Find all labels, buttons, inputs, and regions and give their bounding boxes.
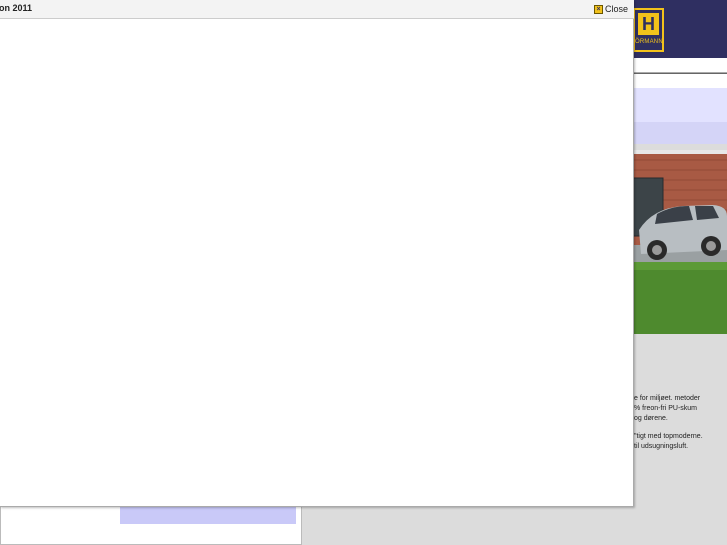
lightbox-modal: otion 2011 × Close bbox=[0, 0, 634, 507]
site-text-line: % freon-fri PU-skum bbox=[634, 405, 698, 412]
site-nav-block bbox=[633, 88, 727, 122]
site-nav-block-secondary bbox=[633, 122, 727, 144]
site-highlight-box bbox=[120, 505, 296, 524]
hoermann-logo[interactable]: H ÖRMANN bbox=[633, 8, 664, 52]
modal-titlebar: otion 2011 × Close bbox=[0, 0, 634, 19]
close-button[interactable]: × Close bbox=[594, 3, 628, 15]
modal-title: otion 2011 bbox=[0, 3, 33, 13]
garage-car-photo bbox=[633, 150, 727, 334]
site-text-line: e for miljøet. metoder bbox=[634, 395, 701, 402]
logo-wordmark: ÖRMANN bbox=[635, 39, 663, 45]
page: H ÖRMANN e for miljøet. metoder % freon-… bbox=[0, 0, 727, 545]
site-text-line: "tigt med topmoderne. bbox=[634, 433, 703, 440]
site-subheader bbox=[633, 58, 727, 73]
modal-content bbox=[0, 20, 633, 506]
site-text-line: til udsugningsluft. bbox=[634, 443, 689, 450]
close-icon[interactable]: × bbox=[594, 4, 603, 14]
logo-mark: H bbox=[638, 13, 659, 35]
site-text-line: og dørene. bbox=[634, 415, 668, 422]
site-nav-row bbox=[633, 73, 727, 88]
close-label[interactable]: Close bbox=[605, 4, 628, 14]
